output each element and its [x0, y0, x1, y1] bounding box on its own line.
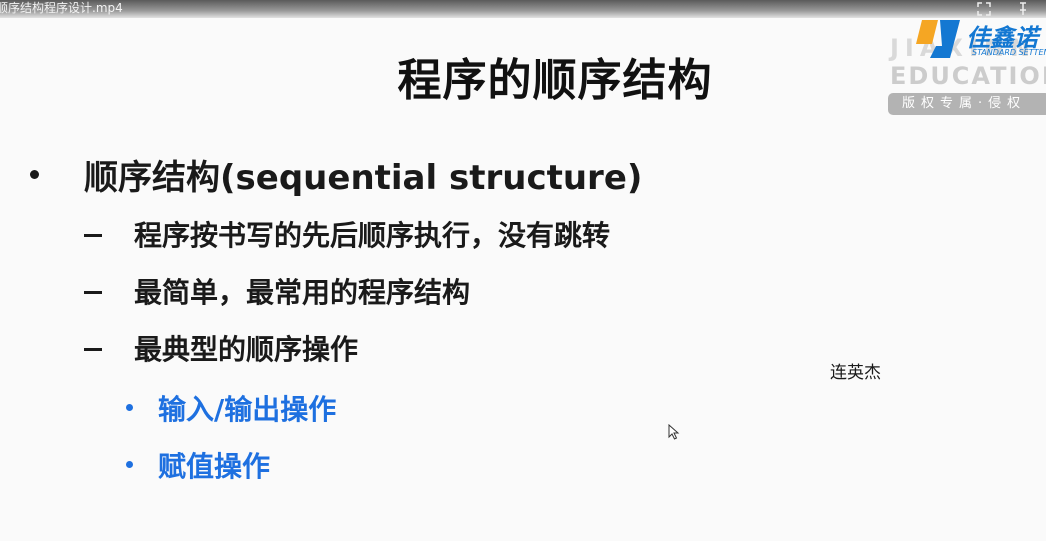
pin-icon[interactable] [1016, 1, 1030, 15]
bullet-dot-icon [126, 404, 133, 411]
video-frame: 顺序结构程序设计.mp4 JIAXINN EDUCATIONGR 佳鑫诺 STA… [0, 0, 1046, 541]
list-item-text: 最简单，最常用的程序结构 [134, 276, 471, 309]
list-item-text: 程序按书写的先后顺序执行，没有跳转 [134, 219, 611, 252]
bullet-dot-icon [30, 170, 39, 179]
dash-icon [84, 291, 102, 294]
sub-list-item-text: 赋值操作 [158, 450, 271, 483]
dash-icon [84, 234, 102, 237]
sub-list-item-text: 输入/输出操作 [158, 393, 337, 426]
video-title: 顺序结构程序设计.mp4 [0, 1, 123, 15]
dash-icon [84, 348, 102, 351]
presenter-name: 连英杰 [830, 363, 881, 383]
slide-title: 程序的顺序结构 [397, 55, 713, 106]
bullet-dot-icon [126, 461, 133, 468]
mouse-pointer-icon [668, 423, 680, 440]
bullet-main-text: 顺序结构(sequential structure) [84, 158, 643, 198]
list-item-text: 最典型的顺序操作 [134, 333, 359, 366]
fullscreen-icon[interactable] [977, 1, 991, 16]
